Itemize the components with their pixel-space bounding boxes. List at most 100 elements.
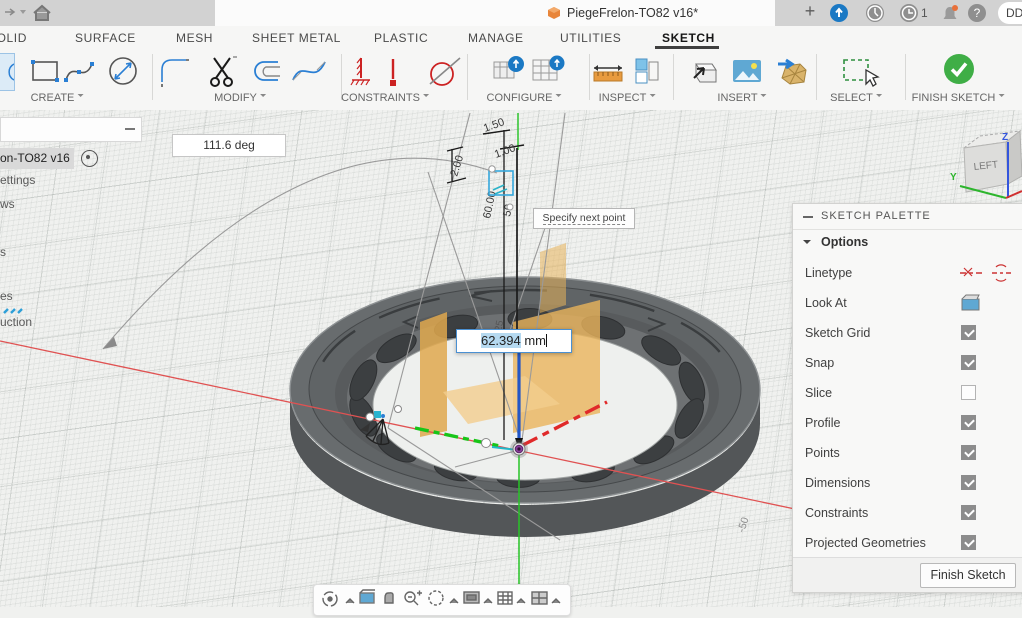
job-status-icon[interactable] [866, 4, 884, 22]
option-constraints: Constraints [805, 506, 868, 520]
circle-diameter-tool-icon[interactable] [106, 54, 140, 90]
tab-plastic[interactable]: PLASTIC [374, 31, 428, 49]
chevron-down-icon [998, 94, 1004, 100]
nav-forward-icon[interactable] [4, 6, 30, 21]
dimensions-checkbox[interactable] [961, 475, 976, 490]
svg-text:1.00: 1.00 [493, 142, 517, 161]
constraint-vertical-icon[interactable] [378, 54, 412, 90]
active-tab-underline [655, 46, 719, 49]
tab-solid[interactable]: SOLID [0, 31, 27, 49]
trim-scissors-icon[interactable] [206, 54, 240, 90]
viewcube-y-label: Y [950, 172, 957, 183]
line-tool-active-icon[interactable] [0, 53, 15, 91]
option-profile: Profile [805, 416, 840, 430]
spline-tool-icon[interactable] [62, 54, 96, 90]
svg-text:2.00: 2.00 [448, 154, 466, 178]
prompt-tooltip: Specify next point [533, 208, 635, 229]
group-separator [816, 54, 817, 100]
configure-table-icon[interactable] [530, 54, 564, 90]
option-dimensions: Dimensions [805, 476, 870, 490]
insert-dxf-icon[interactable] [774, 54, 808, 90]
sketch-palette: SKETCH PALETTE Options Linetype Look At … [792, 203, 1022, 593]
profile-checkbox[interactable] [961, 415, 976, 430]
grid-coordinate-label: -50 [735, 516, 751, 534]
new-tab-icon[interactable]: + [800, 1, 820, 22]
text-caret [546, 334, 547, 347]
group-create[interactable]: CREATE [31, 92, 84, 104]
option-points: Points [805, 446, 840, 460]
rectangle-tool-icon[interactable] [28, 54, 62, 90]
points-checkbox[interactable] [961, 445, 976, 460]
finish-sketch-icon[interactable] [942, 52, 976, 88]
group-inspect[interactable]: INSPECT [599, 92, 656, 104]
angle-dimension-box[interactable]: 111.6 deg [172, 134, 286, 157]
section-analysis-icon[interactable] [630, 54, 664, 90]
group-select[interactable]: SELECT [830, 92, 882, 104]
measure-tool-icon[interactable] [590, 54, 624, 90]
group-separator [152, 54, 153, 100]
navigation-bar [313, 584, 571, 616]
option-projected-geometries: Projected Geometries [805, 536, 926, 550]
option-linetype: Linetype [805, 266, 852, 280]
chevron-down-icon [77, 94, 83, 100]
constraints-checkbox[interactable] [961, 505, 976, 520]
help-icon[interactable]: ? [968, 4, 986, 22]
timeline-badge: 1 [921, 6, 928, 20]
ribbon: SOLID SURFACE MESH SHEET METAL PLASTIC M… [0, 26, 1022, 111]
chevron-down-icon [423, 94, 429, 100]
sketch-point[interactable] [482, 439, 491, 448]
constraint-fix-icon[interactable] [346, 54, 380, 90]
group-separator [467, 54, 468, 100]
view-cube[interactable]: LEFT Z Y [940, 118, 1022, 210]
title-bar: PiegeFrelon-TO82 v16* × + 1 ? DD [0, 0, 1022, 26]
minimize-icon[interactable] [803, 216, 813, 218]
group-separator [673, 54, 674, 100]
linetype-icons[interactable] [958, 264, 1014, 282]
tab-surface[interactable]: SURFACE [75, 31, 136, 49]
tab-sheet-metal[interactable]: SHEET METAL [252, 31, 341, 49]
spline-edit-tool-icon[interactable] [290, 54, 324, 90]
extensions-icon[interactable] [830, 4, 848, 22]
user-avatar[interactable]: DD [998, 2, 1022, 24]
insert-image-icon[interactable] [730, 54, 764, 90]
group-insert[interactable]: INSERT [717, 92, 766, 104]
snap-checkbox[interactable] [961, 355, 976, 370]
group-separator [905, 54, 906, 100]
tab-mesh[interactable]: MESH [176, 31, 213, 49]
select-tool-icon[interactable] [840, 54, 874, 90]
constraint-tangent-icon[interactable] [424, 54, 458, 90]
group-modify[interactable]: MODIFY [214, 92, 266, 104]
configure-feature-icon[interactable] [490, 54, 524, 90]
fillet-tool-icon[interactable] [158, 54, 192, 90]
offset-tool-icon[interactable] [248, 54, 282, 90]
document-title: PiegeFrelon-TO82 v16* [567, 6, 698, 20]
sketch-grid-checkbox[interactable] [961, 325, 976, 340]
chevron-down-icon [260, 94, 266, 100]
finish-sketch-button[interactable]: Finish Sketch [920, 563, 1016, 588]
projected-geometries-checkbox[interactable] [961, 535, 976, 550]
tab-utilities[interactable]: UTILITIES [560, 31, 621, 49]
dimension-input[interactable]: 62.394 mm [456, 329, 572, 353]
option-sketch-grid: Sketch Grid [805, 326, 870, 340]
option-snap: Snap [805, 356, 834, 370]
insert-derive-icon[interactable] [686, 54, 720, 90]
timeline-clock-icon[interactable] [900, 4, 918, 22]
section-caret-icon[interactable] [803, 240, 811, 248]
tab-manage[interactable]: MANAGE [468, 31, 524, 49]
look-at-icon[interactable] [960, 293, 982, 313]
group-configure[interactable]: CONFIGURE [487, 92, 562, 104]
document-tab[interactable]: PiegeFrelon-TO82 v16* × [215, 0, 775, 26]
option-look-at: Look At [805, 296, 847, 310]
arc-arrowhead [103, 337, 117, 349]
group-constraints[interactable]: CONSTRAINTS [341, 92, 429, 104]
group-finish-sketch[interactable]: FINISH SKETCH [912, 92, 1005, 104]
chevron-down-icon [761, 94, 767, 100]
slice-checkbox[interactable] [961, 385, 976, 400]
options-section-label[interactable]: Options [821, 235, 868, 249]
home-icon[interactable] [32, 4, 54, 22]
palette-title: SKETCH PALETTE [821, 210, 931, 222]
option-slice: Slice [805, 386, 832, 400]
document-cube-icon [547, 6, 561, 20]
chevron-down-icon [876, 94, 882, 100]
notifications-bell-icon[interactable] [940, 4, 958, 22]
